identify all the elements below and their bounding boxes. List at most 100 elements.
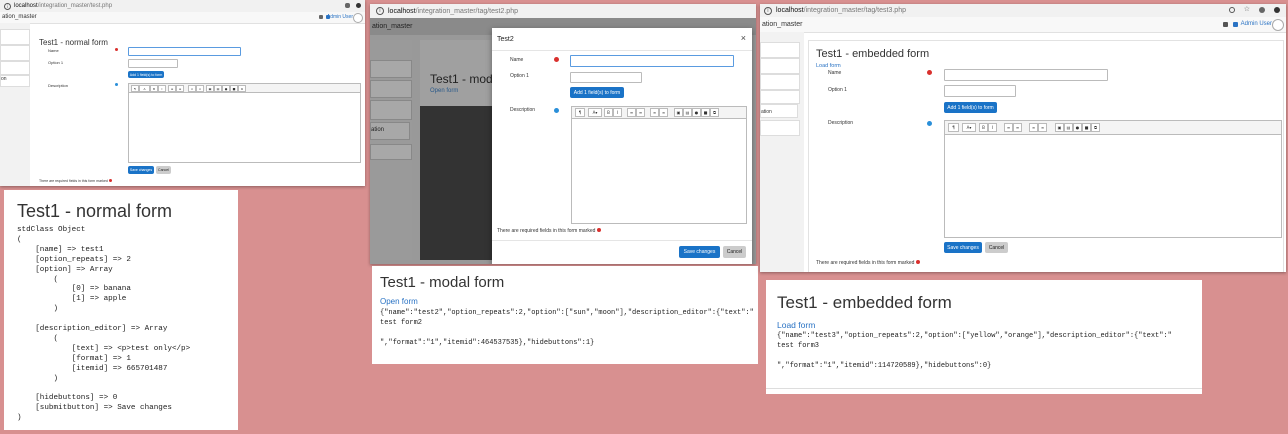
- ordered-list-button[interactable]: ≡: [636, 108, 645, 117]
- help-icon[interactable]: [554, 108, 559, 113]
- bold-button[interactable]: B: [604, 108, 613, 117]
- font-size-button[interactable]: A: [139, 85, 150, 92]
- record-video-button[interactable]: ■: [1082, 123, 1091, 132]
- cancel-button[interactable]: Cancel: [156, 166, 171, 174]
- manage-files-button[interactable]: ⧉: [1091, 123, 1100, 132]
- bold-button[interactable]: B: [979, 123, 988, 132]
- record-audio-button[interactable]: ●: [222, 85, 230, 92]
- description-editor[interactable]: [571, 118, 747, 224]
- name-input[interactable]: [128, 47, 241, 56]
- open-form-link[interactable]: Open form: [380, 297, 418, 306]
- font-size-button[interactable]: A▾: [588, 108, 602, 117]
- sidebar-item[interactable]: [760, 74, 800, 90]
- avatar[interactable]: [353, 13, 363, 23]
- message-icon[interactable]: [1233, 22, 1238, 27]
- unlink-button[interactable]: ∞: [659, 108, 668, 117]
- link-button[interactable]: ∞: [188, 85, 196, 92]
- sidebar-item[interactable]: [760, 42, 800, 58]
- italic-button[interactable]: I: [988, 123, 997, 132]
- unordered-list-button[interactable]: ≡: [168, 85, 176, 92]
- manage-files-button[interactable]: ⧉: [710, 108, 719, 117]
- load-form-link[interactable]: Load form: [777, 320, 815, 330]
- option-input[interactable]: [570, 72, 642, 83]
- help-icon[interactable]: [927, 121, 932, 126]
- description-editor[interactable]: [128, 92, 361, 163]
- unlink-button[interactable]: ∞: [196, 85, 204, 92]
- cancel-button[interactable]: Cancel: [985, 242, 1008, 253]
- account-icon[interactable]: [1274, 7, 1280, 13]
- image-button[interactable]: ▣: [206, 85, 214, 92]
- paragraph-style-button[interactable]: ¶: [575, 108, 585, 117]
- close-icon[interactable]: ×: [741, 33, 746, 43]
- site-info-icon[interactable]: i: [764, 6, 772, 15]
- italic-button[interactable]: I: [613, 108, 622, 117]
- image-button[interactable]: ▣: [674, 108, 683, 117]
- unordered-list-button[interactable]: ≡: [627, 108, 636, 117]
- site-brand[interactable]: ation_master: [2, 14, 37, 20]
- load-form-link[interactable]: Load form: [816, 63, 841, 69]
- required-icon: [108, 179, 112, 182]
- avatar[interactable]: [1272, 19, 1284, 31]
- paragraph-style-button[interactable]: ¶: [948, 123, 959, 132]
- sidebar-item[interactable]: on: [0, 75, 30, 87]
- add-fields-button[interactable]: Add 1 field(s) to form: [944, 102, 997, 113]
- user-name[interactable]: Admin User: [327, 14, 353, 20]
- bookmark-star-icon[interactable]: ☆: [1244, 6, 1250, 13]
- zoom-icon[interactable]: [1228, 7, 1235, 13]
- sidebar-item[interactable]: ation: [760, 104, 798, 118]
- record-video-button[interactable]: ■: [230, 85, 238, 92]
- save-changes-button[interactable]: Save changes: [944, 242, 982, 253]
- bold-button[interactable]: B: [150, 85, 158, 92]
- media-button[interactable]: ▤: [214, 85, 222, 92]
- media-button[interactable]: ▤: [683, 108, 692, 117]
- ordered-list-button[interactable]: ≡: [1013, 123, 1022, 132]
- extension-icon[interactable]: [345, 3, 350, 8]
- sidebar-item[interactable]: [0, 45, 30, 61]
- link-button[interactable]: ∞: [650, 108, 659, 117]
- browser-toolbar: i localhost/integration_master/tag/test3…: [760, 4, 1286, 18]
- notification-icon[interactable]: [319, 15, 323, 19]
- site-info-icon[interactable]: i: [376, 7, 384, 15]
- save-changes-button[interactable]: Save changes: [128, 166, 154, 174]
- sidebar-item-label: ation: [761, 109, 772, 115]
- manage-files-button[interactable]: ⧉: [238, 85, 246, 92]
- link-button[interactable]: ∞: [1029, 123, 1038, 132]
- image-button[interactable]: ▣: [1055, 123, 1064, 132]
- sidebar-item[interactable]: [0, 29, 30, 45]
- option-input[interactable]: [128, 59, 178, 68]
- record-audio-button[interactable]: ●: [1073, 123, 1082, 132]
- sidebar-item[interactable]: [0, 61, 30, 75]
- ordered-list-button[interactable]: ≡: [176, 85, 184, 92]
- option-label: Option 1: [510, 73, 529, 79]
- site-info-icon[interactable]: i: [4, 2, 11, 10]
- account-icon[interactable]: [356, 3, 361, 8]
- save-changes-button[interactable]: Save changes: [679, 246, 720, 258]
- sidebar-item[interactable]: [760, 90, 800, 104]
- notification-icon[interactable]: [1223, 22, 1228, 27]
- user-name[interactable]: Admin User: [1241, 21, 1272, 27]
- paragraph-style-button[interactable]: ¶: [131, 85, 139, 92]
- site-brand[interactable]: ation_master: [762, 21, 802, 28]
- address-bar[interactable]: localhost/integration_master/tag/test2.p…: [388, 8, 518, 15]
- address-bar[interactable]: localhost/integration_master/test.php: [14, 3, 112, 9]
- unlink-button[interactable]: ∞: [1038, 123, 1047, 132]
- option-label: Option 1: [48, 60, 64, 65]
- address-bar[interactable]: localhost/integration_master/tag/test3.p…: [776, 7, 906, 14]
- sidebar-item[interactable]: [760, 58, 800, 74]
- record-video-button[interactable]: ■: [701, 108, 710, 117]
- add-fields-button[interactable]: Add 1 field(s) to form: [128, 71, 164, 78]
- italic-button[interactable]: I: [158, 85, 166, 92]
- sidebar-item[interactable]: [760, 120, 800, 136]
- option-input[interactable]: [944, 85, 1016, 97]
- font-size-button[interactable]: A▾: [962, 123, 976, 132]
- media-button[interactable]: ▤: [1064, 123, 1073, 132]
- record-audio-button[interactable]: ●: [692, 108, 701, 117]
- help-icon[interactable]: [115, 83, 118, 86]
- extension-icon[interactable]: [1259, 7, 1265, 13]
- name-input[interactable]: [570, 55, 734, 67]
- add-fields-button[interactable]: Add 1 field(s) to form: [570, 87, 624, 98]
- cancel-button[interactable]: Cancel: [723, 246, 746, 258]
- name-input[interactable]: [944, 69, 1108, 81]
- unordered-list-button[interactable]: ≡: [1004, 123, 1013, 132]
- description-editor[interactable]: [944, 134, 1282, 238]
